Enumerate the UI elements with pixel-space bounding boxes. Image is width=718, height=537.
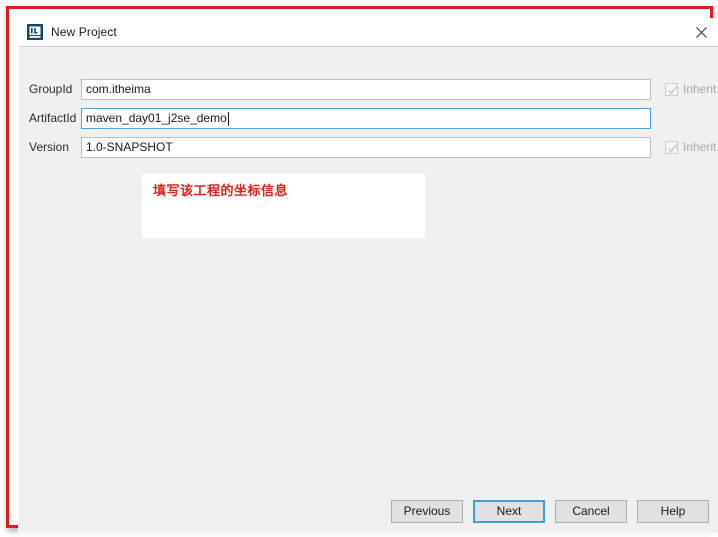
button-row: Previous Next Cancel Help — [391, 500, 709, 523]
artifactid-label: ArtifactId — [29, 111, 77, 125]
form-row-groupid: GroupId — [19, 78, 718, 100]
cancel-button[interactable]: Cancel — [555, 500, 627, 523]
new-project-dialog: New Project GroupId com.itheima Inherit … — [18, 18, 718, 534]
red-annotation-frame: New Project GroupId com.itheima Inherit … — [6, 6, 718, 534]
close-button[interactable] — [684, 19, 718, 45]
annotation-text: 填写该工程的坐标信息 — [153, 184, 289, 199]
next-button[interactable]: Next — [473, 500, 545, 523]
check-icon — [667, 143, 678, 153]
close-icon — [695, 26, 707, 38]
annotation-callout-box: 填写该工程的坐标信息 — [142, 174, 425, 238]
check-icon — [667, 85, 678, 95]
version-label: Version — [29, 140, 70, 154]
groupid-label: GroupId — [29, 82, 73, 96]
groupid-inherit-checkbox[interactable] — [665, 82, 678, 96]
groupid-inherit-group[interactable]: Inherit — [665, 78, 716, 100]
window-title: New Project — [51, 25, 117, 39]
intellij-idea-icon — [27, 24, 43, 40]
version-inherit-group[interactable]: Inherit — [665, 136, 716, 158]
dialog-footer: Previous Next Cancel Help — [19, 493, 718, 533]
text-cursor — [227, 111, 229, 126]
help-button[interactable]: Help — [637, 500, 709, 523]
screen: New Project GroupId com.itheima Inherit … — [0, 0, 718, 537]
version-inherit-label: Inherit — [683, 140, 717, 154]
title-bar[interactable]: New Project — [19, 19, 718, 46]
previous-button[interactable]: Previous — [391, 500, 463, 523]
form-row-version: Version — [19, 136, 718, 158]
version-input[interactable] — [81, 136, 651, 158]
groupid-input[interactable] — [81, 78, 651, 100]
form-row-artifactid: ArtifactId — [19, 107, 718, 129]
groupid-inherit-label: Inherit — [683, 82, 717, 96]
artifactid-input[interactable] — [81, 107, 651, 129]
dialog-content: GroupId Inherit ArtifactId — [19, 47, 718, 493]
version-inherit-checkbox[interactable] — [665, 140, 678, 154]
